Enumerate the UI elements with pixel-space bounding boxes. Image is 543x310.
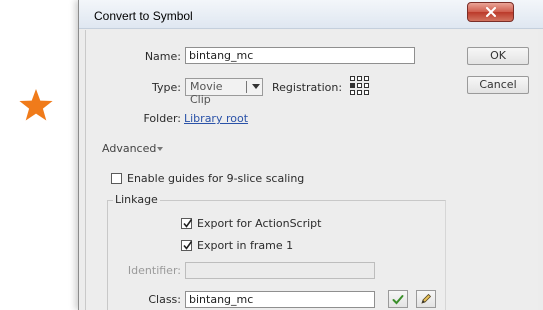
dialog-content: Name: bintang_mc OK Cancel Type: Movie C…	[85, 30, 538, 310]
checkmark-icon	[392, 294, 404, 304]
pencil-icon	[421, 293, 432, 304]
registration-grid[interactable]	[350, 76, 369, 95]
name-label: Name:	[144, 50, 181, 63]
advanced-toggle[interactable]: Advanced	[102, 142, 156, 155]
convert-to-symbol-dialog: Convert to Symbol Name: bintang_mc OK Ca…	[78, 0, 543, 310]
checkmark-icon	[183, 219, 193, 228]
ok-button[interactable]: OK	[467, 47, 529, 65]
reg-point-tl[interactable]	[350, 76, 355, 81]
select-separator	[246, 81, 247, 93]
library-root-link[interactable]: Library root	[184, 112, 248, 125]
export-actionscript-label: Export for ActionScript	[197, 217, 322, 230]
reg-point-mr[interactable]	[364, 83, 369, 88]
reg-point-tc[interactable]	[357, 76, 362, 81]
cancel-button[interactable]: Cancel	[467, 76, 529, 94]
linkage-title: Linkage	[113, 193, 160, 206]
validate-class-button[interactable]	[388, 290, 408, 308]
export-frame1-checkbox[interactable]	[181, 240, 193, 251]
chevron-down-icon[interactable]	[157, 147, 163, 151]
reg-point-br[interactable]	[364, 90, 369, 95]
reg-point-bl[interactable]	[350, 90, 355, 95]
checkmark-icon	[183, 241, 193, 250]
type-select-value: Movie Clip	[190, 80, 223, 106]
type-select[interactable]: Movie Clip	[185, 78, 263, 106]
class-input[interactable]: bintang_mc	[185, 291, 375, 308]
class-label: Class:	[148, 293, 181, 306]
title-bar: Convert to Symbol	[79, 0, 543, 29]
edit-class-button[interactable]	[416, 290, 436, 308]
chevron-down-icon	[252, 84, 260, 89]
reg-point-tr[interactable]	[364, 76, 369, 81]
registration-label: Registration:	[272, 81, 343, 94]
reg-point-bc[interactable]	[357, 90, 362, 95]
reg-point-c[interactable]	[357, 83, 362, 88]
type-label: Type:	[152, 81, 181, 94]
dialog-title: Convert to Symbol	[94, 9, 193, 23]
folder-label: Folder:	[143, 112, 181, 125]
name-input[interactable]: bintang_mc	[185, 47, 415, 64]
close-x-icon	[485, 7, 496, 17]
export-frame1-label: Export in frame 1	[197, 239, 294, 252]
nine-slice-label: Enable guides for 9-slice scaling	[127, 172, 305, 185]
close-button[interactable]	[467, 2, 514, 22]
identifier-input	[185, 262, 375, 279]
identifier-label: Identifier:	[127, 264, 181, 277]
nine-slice-checkbox[interactable]	[111, 173, 122, 184]
star-icon	[19, 89, 53, 121]
export-actionscript-checkbox[interactable]	[181, 218, 193, 229]
reg-point-ml[interactable]	[350, 83, 355, 88]
